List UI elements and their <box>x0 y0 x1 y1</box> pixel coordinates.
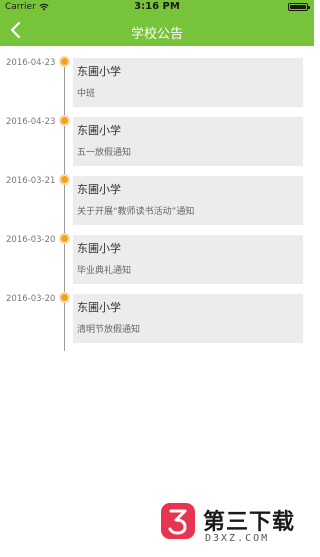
timeline-dot <box>59 233 70 244</box>
timeline-dot <box>59 174 70 185</box>
notice-item[interactable]: 东圃小学 清明节放假通知 <box>73 294 303 343</box>
notice-subject: 五一放假通知 <box>77 148 132 158</box>
navigation-bar: 学校公告 <box>0 14 314 46</box>
notice-item[interactable]: 东圃小学 中班 <box>73 58 303 107</box>
watermark-name: 第三下载 <box>203 510 296 535</box>
timeline-dot <box>59 292 70 303</box>
notice-date: 2016-04-23 <box>6 117 56 127</box>
timeline-dot <box>59 56 70 67</box>
app-header: Carrier 3:16 PM 学校公告 <box>0 0 314 46</box>
notice-school: 东圃小学 <box>77 183 121 196</box>
notice-date: 2016-03-21 <box>6 176 56 186</box>
notice-school: 东圃小学 <box>77 65 121 78</box>
notice-school: 东圃小学 <box>77 124 121 137</box>
notice-school: 东圃小学 <box>77 301 121 314</box>
status-bar: Carrier 3:16 PM <box>0 0 314 14</box>
site-watermark: 第三下载 D3XZ.COM <box>160 501 310 551</box>
notice-date: 2016-03-20 <box>6 235 56 245</box>
notice-date: 2016-03-20 <box>6 294 56 304</box>
notice-item[interactable]: 东圃小学 关于开展“教师读书活动”通知 <box>73 176 303 225</box>
notice-subject: 关于开展“教师读书活动”通知 <box>77 207 195 217</box>
notice-date: 2016-04-23 <box>6 58 56 68</box>
notice-subject: 清明节放假通知 <box>77 325 141 335</box>
status-time: 3:16 PM <box>134 1 180 12</box>
timeline-dot <box>59 115 70 126</box>
battery-icon <box>288 3 310 11</box>
watermark-domain: D3XZ.COM <box>205 533 270 544</box>
page-title: 学校公告 <box>130 27 183 42</box>
notice-item[interactable]: 东圃小学 毕业典礼通知 <box>73 235 303 284</box>
notice-subject: 毕业典礼通知 <box>77 266 132 276</box>
notice-school: 东圃小学 <box>77 242 121 255</box>
notice-subject: 中班 <box>77 89 96 99</box>
timeline-line <box>64 58 65 351</box>
notice-item[interactable]: 东圃小学 五一放假通知 <box>73 117 303 166</box>
download-logo-icon <box>161 503 195 539</box>
